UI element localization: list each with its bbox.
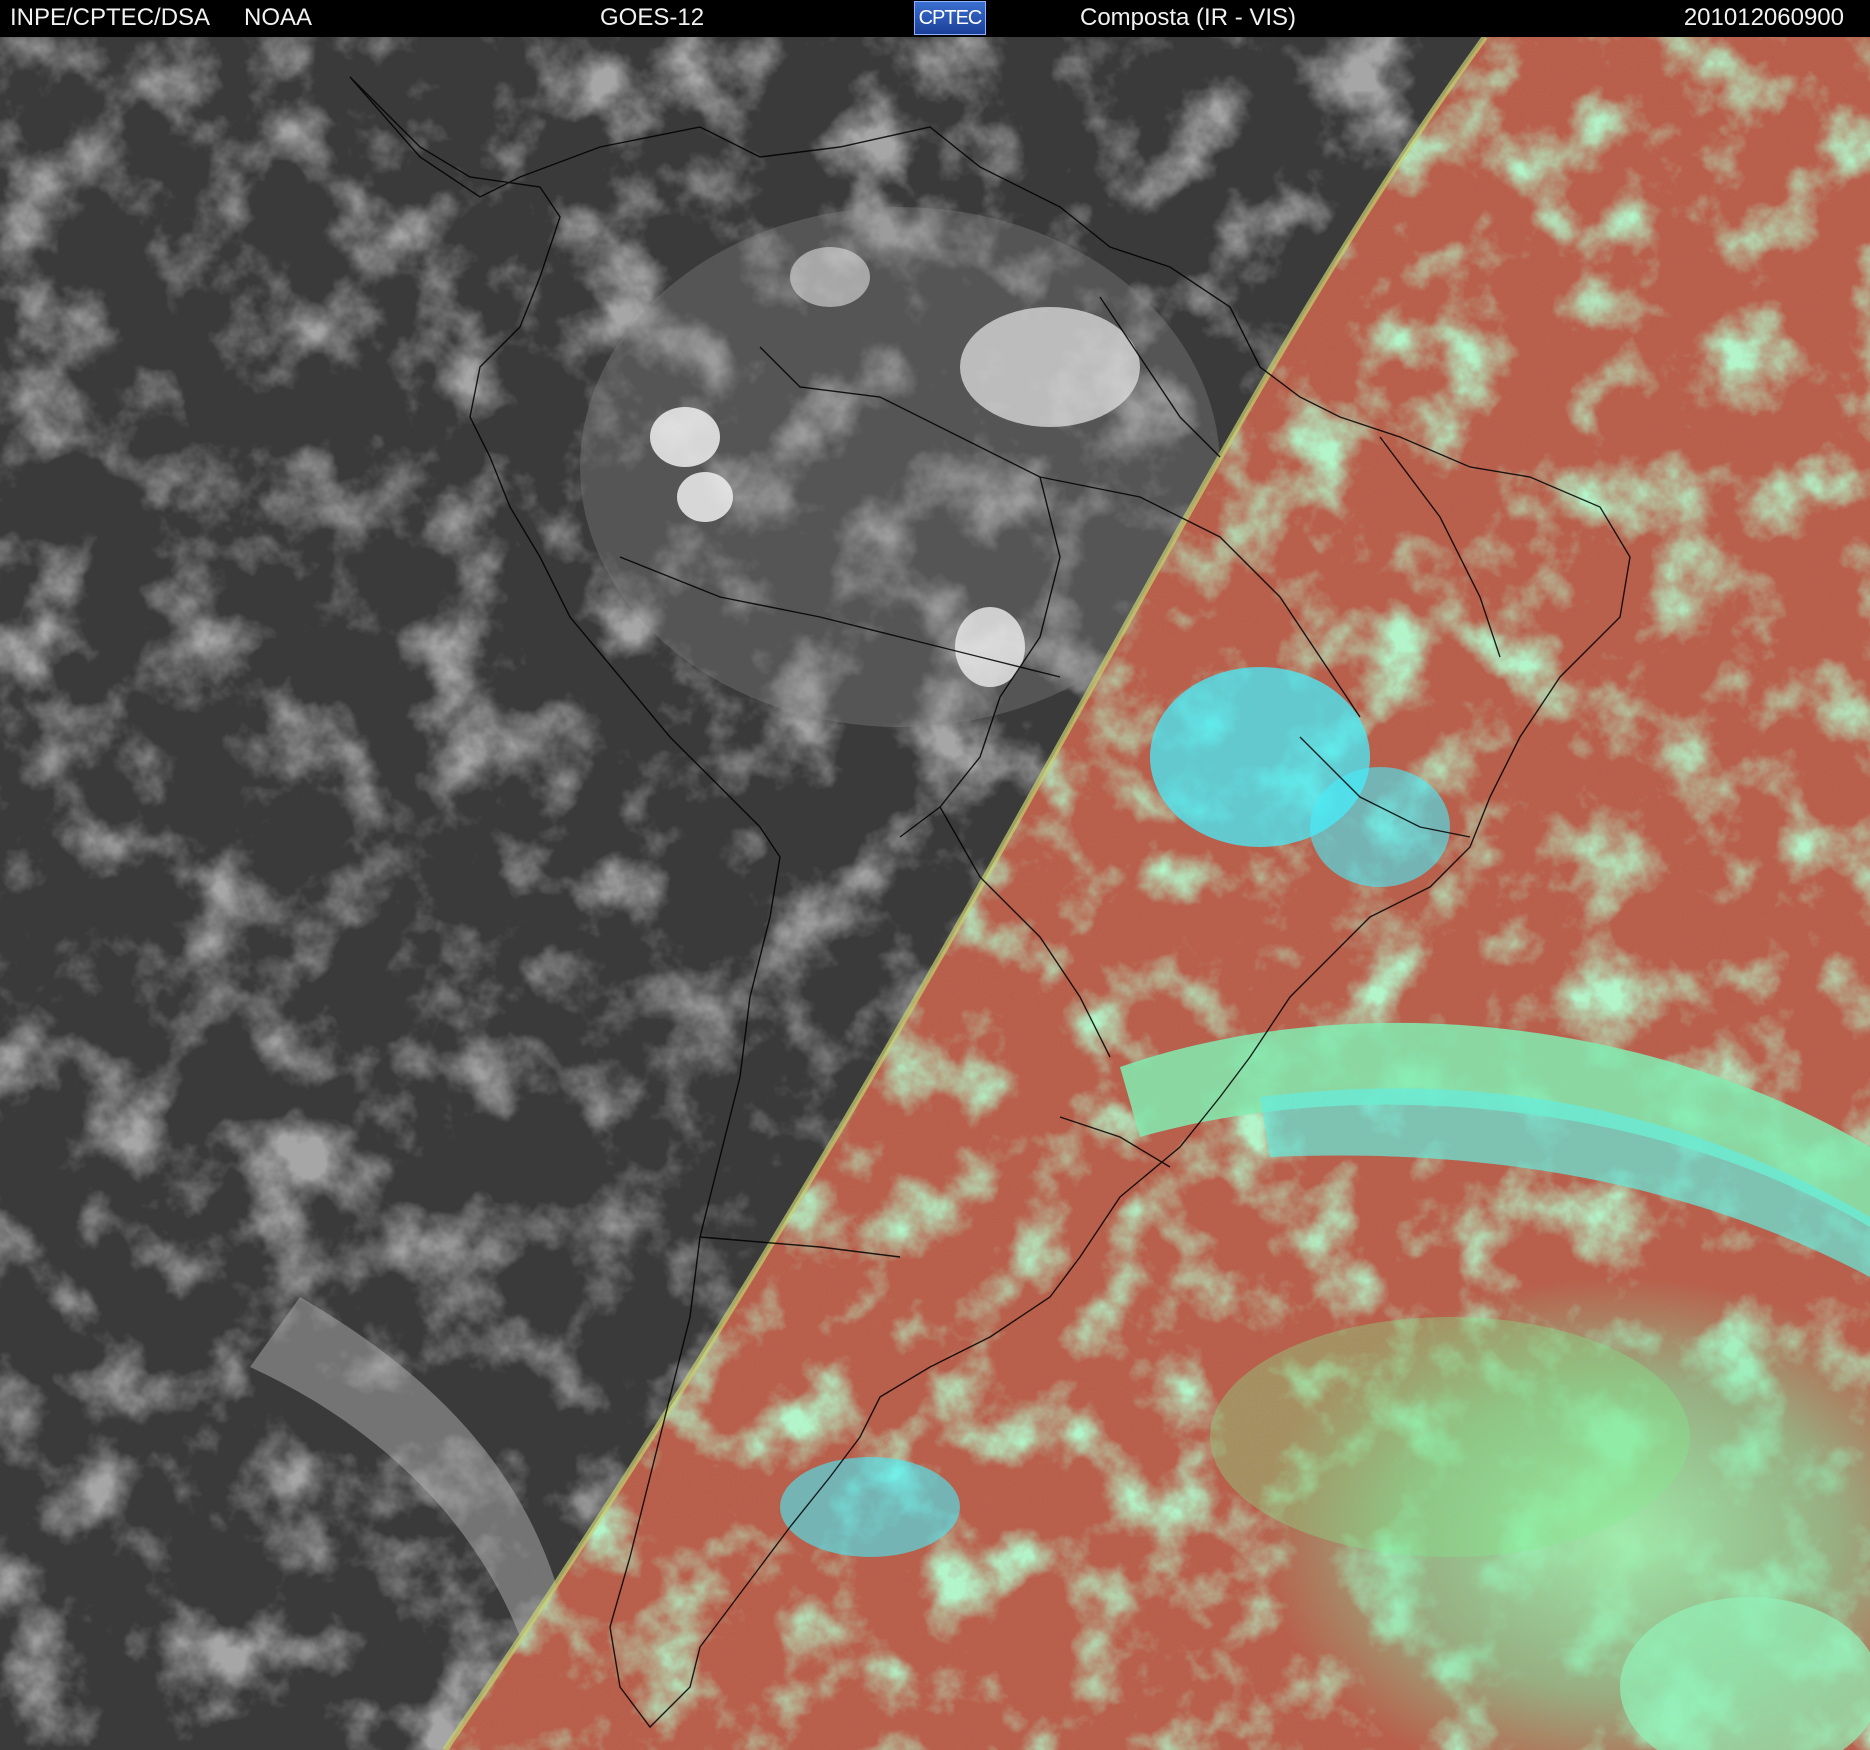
- logo-text: CPTEC: [918, 6, 983, 29]
- cptec-logo-icon: CPTEC: [914, 1, 986, 35]
- satellite-label: GOES-12: [600, 4, 705, 31]
- agency-label: NOAA: [244, 4, 313, 31]
- satellite-composite-image: [0, 37, 1870, 1750]
- timestamp-label: 201012060900: [1683, 4, 1844, 31]
- header-bar: INPE/CPTEC/DSA NOAA GOES-12 CPTEC Compos…: [0, 0, 1870, 37]
- product-label: Composta (IR - VIS): [1080, 4, 1297, 31]
- organization-label: INPE/CPTEC/DSA: [10, 4, 211, 31]
